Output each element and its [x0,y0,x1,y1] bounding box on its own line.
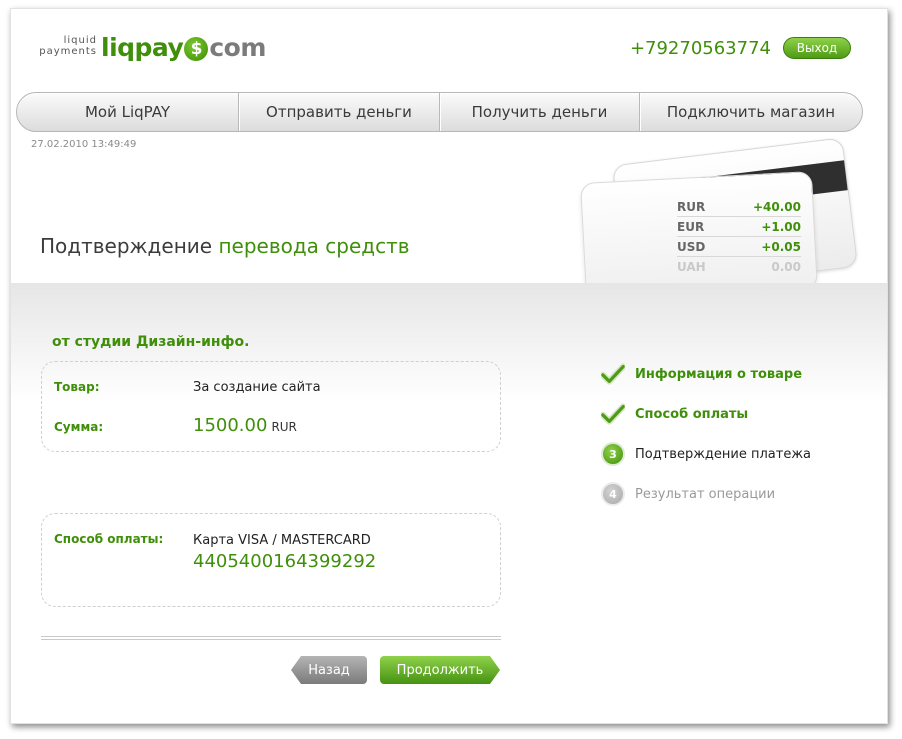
logo-word-com: com [209,33,266,62]
step-label: Информация о товаре [635,366,803,382]
card-number: 4405400164399292 [193,551,377,572]
dollar-coin-icon: $ [184,37,209,61]
nav-item-send-money[interactable]: Отправить деньги [239,93,440,131]
payment-method-box: Способ оплаты: Карта VISA / MASTERCARD 4… [41,513,501,607]
logo-tagline: liquid payments [29,35,97,57]
balance-row-usd: USD +0.05 [677,237,801,257]
step-label: Способ оплаты [635,406,749,422]
logo-tagline-line2: payments [39,46,97,57]
step-number-4-icon: 4 [601,482,625,506]
step-operation-result: 4 Результат операции [601,481,841,507]
main-nav: Мой LiqPAY Отправить деньги Получить ден… [16,92,863,132]
payment-method-label: Способ оплаты: [54,532,164,546]
step-number: 4 [601,482,625,506]
step-payment-method: Способ оплаты [601,401,841,427]
balance-row-eur: EUR +1.00 [677,217,801,237]
balance-row-uah: UAH 0.00 [677,257,801,277]
balance-amount: +0.05 [761,240,801,254]
step-label: Результат операции [635,486,776,502]
logout-button[interactable]: Выход [783,37,851,59]
page-title-highlight: перевода средств [218,234,410,258]
datetime-stamp: 27.02.2010 13:49:49 [31,139,137,150]
page-title: Подтверждение перевода средств [40,234,410,258]
step-product-info: Информация о товаре [601,361,841,387]
merchant-name: от студии Дизайн-инфо. [52,334,250,350]
step-number-3-icon: 3 [601,442,625,466]
balance-cards: RUR +40.00 EUR +1.00 USD +0.05 UAH 0.00 [577,137,867,301]
checkmark-icon [601,402,625,426]
back-button[interactable]: Назад [291,656,367,684]
item-value: За создание сайта [193,380,321,395]
balance-row-rur: RUR +40.00 [677,197,801,217]
step-number: 3 [601,442,625,466]
logo-tagline-line1: liquid [63,35,97,46]
user-phone: +79270563774 [629,38,771,59]
order-details-box: Товар: За создание сайта Сумма: 1500.00 R… [41,361,501,452]
balance-currency: USD [677,240,706,254]
continue-button[interactable]: Продолжить [380,656,500,684]
balance-amount: 0.00 [771,260,801,274]
logo-wordmark: liqpay $ com [101,33,266,62]
step-payment-confirmation: 3 Подтверждение платежа [601,441,841,467]
sum-label: Сумма: [54,420,104,434]
sum-value: 1500.00 [193,415,268,436]
item-label: Товар: [54,380,100,394]
balance-currency: RUR [677,200,706,214]
sum-currency: RUR [271,420,297,434]
sum-value-group: 1500.00 RUR [193,415,297,436]
checkmark-icon [601,362,625,386]
balance-currency: EUR [677,220,705,234]
step-label: Подтверждение платежа [635,446,812,462]
payment-method-value: Карта VISA / MASTERCARD [193,533,371,548]
balance-currency: UAH [677,260,706,274]
nav-item-my-liqpay[interactable]: Мой LiqPAY [17,93,239,131]
page-title-prefix: Подтверждение [40,234,213,258]
balance-table: RUR +40.00 EUR +1.00 USD +0.05 UAH 0.00 [677,197,801,277]
page-frame: liquid payments liqpay $ com +79270563774 … [10,8,888,724]
balance-amount: +1.00 [761,220,801,234]
nav-item-connect-shop[interactable]: Подключить магазин [640,93,862,131]
divider [41,636,501,640]
logo-word-liqpay: liqpay [101,33,184,62]
nav-item-receive-money[interactable]: Получить деньги [440,93,640,131]
balance-amount: +40.00 [752,200,801,214]
